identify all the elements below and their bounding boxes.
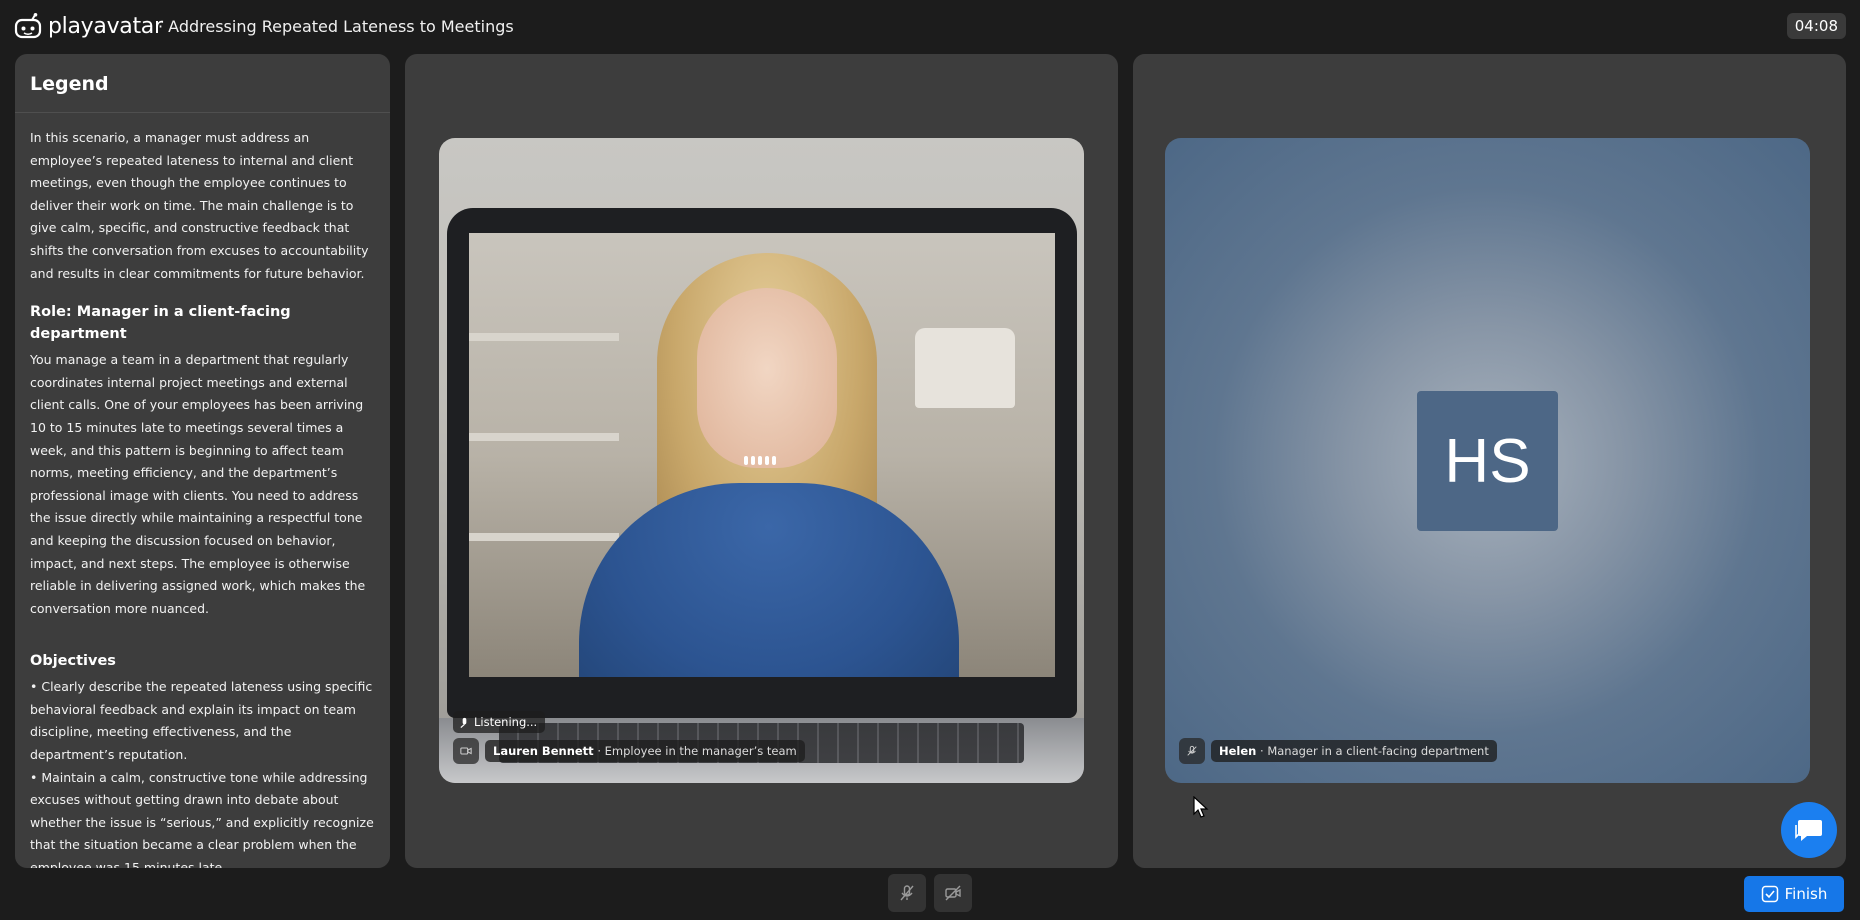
objectives-heading: Objectives — [30, 653, 116, 670]
chat-bubble-icon — [1795, 820, 1822, 841]
microphone-off-icon — [900, 885, 914, 901]
avatar-video-panel: Listening... Lauren Bennett · Employee i… — [405, 54, 1118, 868]
objective-item: • Clearly describe the repeated lateness… — [30, 679, 373, 763]
participant-name-badge: Lauren Bennett · Employee in the manager… — [485, 740, 805, 762]
app-logo[interactable]: playavatar — [14, 12, 163, 40]
finish-button[interactable]: Finish — [1744, 876, 1844, 912]
logo-text: playavatar — [48, 13, 163, 39]
user-video: HS Helen · Manager in a client-facing de… — [1165, 138, 1810, 783]
microphone-off-icon — [1187, 745, 1197, 756]
user-video-panel: HS Helen · Manager in a client-facing de… — [1133, 54, 1846, 868]
avatar-video: Listening... Lauren Bennett · Employee i… — [439, 138, 1084, 783]
participant-info: Lauren Bennett · Employee in the manager… — [453, 738, 805, 764]
robot-logo-icon — [14, 13, 42, 39]
camera-toggle[interactable] — [453, 738, 479, 764]
scenario-title: · Addressing Repeated Lateness to Meetin… — [158, 17, 514, 36]
avatar-person — [697, 288, 837, 468]
role-text: You manage a team in a department that r… — [30, 352, 366, 616]
check-box-icon — [1761, 885, 1778, 903]
role-heading: Role: Manager in a client-facing departm… — [30, 304, 291, 343]
legend-panel[interactable]: Legend In this scenario, a manager must … — [15, 54, 390, 868]
legend-heading: Legend — [15, 54, 390, 113]
camera-off-icon — [945, 885, 961, 901]
top-bar: playavatar · Addressing Repeated Latenes… — [0, 0, 1860, 54]
mute-microphone-button[interactable] — [888, 874, 926, 912]
listening-label: Listening... — [474, 715, 538, 729]
mic-listening-icon — [460, 717, 467, 728]
user-initials-avatar: HS — [1417, 391, 1558, 531]
finish-label: Finish — [1784, 885, 1828, 903]
user-info: Helen · Manager in a client-facing depar… — [1179, 738, 1497, 764]
legend-body: In this scenario, a manager must address… — [15, 113, 390, 868]
legend-intro: In this scenario, a manager must address… — [30, 130, 369, 281]
objective-item: • Maintain a calm, constructive tone whi… — [30, 769, 374, 868]
user-mic-status[interactable] — [1179, 738, 1205, 764]
speaking-indicator — [744, 456, 776, 465]
mouse-cursor-icon — [1193, 795, 1209, 824]
camera-icon — [460, 747, 472, 755]
user-name-badge: Helen · Manager in a client-facing depar… — [1211, 740, 1497, 762]
call-controls — [888, 874, 972, 912]
listening-status: Listening... — [453, 711, 546, 733]
chat-button[interactable] — [1781, 802, 1837, 858]
toggle-camera-button[interactable] — [934, 874, 972, 912]
session-timer: 04:08 — [1786, 13, 1846, 39]
